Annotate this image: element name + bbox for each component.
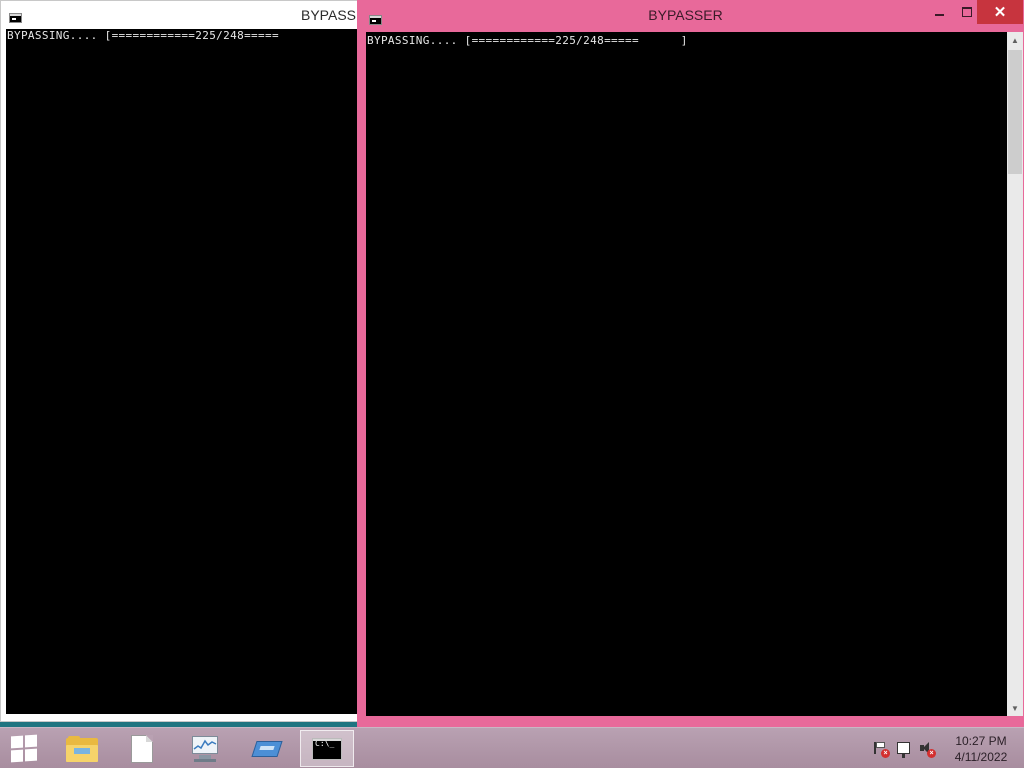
console-output[interactable]: BYPASSING.... [============225/248===== … — [366, 32, 1007, 716]
maximize-button[interactable] — [955, 0, 979, 24]
start-button[interactable] — [0, 730, 48, 767]
console-window-front[interactable]: BYPASSER ✕ BYPASSING.... [============22… — [357, 0, 1024, 727]
system-tray: × × — [870, 734, 939, 762]
close-button[interactable]: ✕ — [977, 0, 1023, 24]
taskbar-command-prompt[interactable]: C:\_ — [300, 730, 354, 767]
scroll-thumb[interactable] — [1008, 50, 1022, 174]
taskbar-performance-monitor[interactable] — [178, 730, 232, 767]
cmd-icon — [9, 10, 22, 28]
close-icon: ✕ — [993, 3, 1007, 21]
minimize-icon — [934, 14, 944, 16]
taskbar-new-file[interactable] — [115, 730, 169, 767]
action-center-flag-icon[interactable]: × — [870, 738, 890, 758]
network-icon[interactable] — [893, 738, 913, 758]
console-window-back[interactable]: BYPASSER BYPASSING.... [============225/… — [0, 0, 375, 722]
taskbar-server-manager[interactable] — [240, 730, 294, 767]
scroll-up-arrow-icon[interactable]: ▲ — [1007, 32, 1023, 48]
minimize-button[interactable] — [927, 0, 951, 24]
taskbar-file-explorer[interactable] — [55, 730, 109, 767]
console-progress-line: BYPASSING.... [============225/248===== — [7, 29, 279, 42]
console-output[interactable]: BYPASSING.... [============225/248===== — [6, 29, 366, 714]
windows-logo-icon — [11, 734, 37, 762]
clock[interactable]: 10:27 PM 4/11/2022 — [944, 733, 1018, 765]
maximize-icon — [962, 7, 972, 17]
vertical-scrollbar[interactable]: ▲ ▼ — [1007, 32, 1023, 716]
volume-muted-icon[interactable]: × — [916, 738, 936, 758]
folder-icon — [66, 735, 98, 762]
taskbar: C:\_ × × 10:27 PM 4/11/2022 — [0, 727, 1024, 768]
title-bar[interactable]: BYPASSER ✕ — [357, 0, 1024, 32]
clock-date: 4/11/2022 — [954, 750, 1008, 764]
command-prompt-icon: C:\_ — [312, 737, 342, 760]
clock-time: 10:27 PM — [955, 734, 1007, 748]
scroll-down-arrow-icon[interactable]: ▼ — [1007, 700, 1023, 716]
file-icon — [131, 734, 153, 763]
window-title: BYPASSER — [648, 7, 723, 23]
monitor-chart-icon — [190, 735, 220, 762]
title-bar[interactable]: BYPASSER — [1, 1, 375, 29]
console-progress-line: BYPASSING.... [============225/248===== … — [367, 34, 688, 47]
server-icon — [251, 738, 283, 760]
